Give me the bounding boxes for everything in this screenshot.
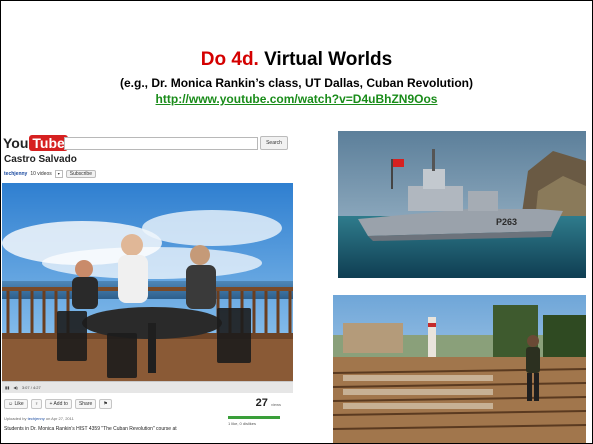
likes-ratio-bar bbox=[228, 416, 280, 419]
title-text: Virtual Worlds bbox=[258, 49, 393, 70]
volume-icon[interactable]: ◀) bbox=[13, 385, 17, 390]
dislike-button[interactable]: ♀ bbox=[30, 399, 43, 409]
view-count: 27 views bbox=[256, 397, 281, 409]
slide-subtitle: (e.g., Dr. Monica Rankin’s class, UT Dal… bbox=[120, 76, 473, 90]
slide: Do 4d. Virtual Worlds (e.g., Dr. Monica … bbox=[0, 0, 593, 444]
ship-hull-number: P263 bbox=[496, 217, 517, 227]
views-number: 27 bbox=[255, 397, 268, 409]
chevron-down-icon[interactable]: ▾ bbox=[54, 170, 63, 178]
logo-you: You bbox=[3, 135, 29, 151]
search-button[interactable]: Search bbox=[260, 136, 288, 150]
views-label: views bbox=[270, 402, 281, 407]
ship-image: P263 bbox=[338, 131, 586, 278]
share-button[interactable]: Share bbox=[74, 399, 97, 409]
thumb-down-icon: ♀ bbox=[34, 401, 39, 407]
time-display: 3:07 / 4:27 bbox=[21, 385, 41, 390]
ship-scene: P263 bbox=[338, 131, 586, 278]
like-label: Like bbox=[14, 401, 24, 407]
slide-title: Do 4d. Virtual Worlds bbox=[1, 49, 592, 71]
video-player[interactable] bbox=[2, 183, 293, 381]
likes-text: 1 like, 0 dislikes bbox=[228, 421, 257, 426]
title-accent: Do 4d. bbox=[200, 49, 259, 70]
video-description: Students in Dr. Monica Rankin’s HIST 435… bbox=[4, 426, 177, 432]
thumb-up-icon: ☺ bbox=[8, 401, 14, 407]
youtube-screenshot: You Tube Search Castro Salvado techjenny … bbox=[2, 132, 293, 443]
video-actions: ☺ Like ♀ + Add to Share ⚑ bbox=[2, 396, 293, 412]
videos-count: 10 videos bbox=[30, 171, 52, 177]
logo-tube: Tube bbox=[29, 135, 68, 151]
uploaded-prefix: Uploaded by bbox=[4, 416, 27, 421]
video-title: Castro Salvado bbox=[4, 154, 77, 165]
uploader-link[interactable]: techjenny bbox=[28, 416, 45, 421]
video-controls: ▮▮ ◀) 3:07 / 4:27 bbox=[2, 381, 293, 393]
youtube-header: You Tube Search bbox=[2, 132, 293, 154]
channel-name[interactable]: techjenny bbox=[4, 171, 27, 177]
youtube-logo: You Tube bbox=[3, 135, 68, 151]
add-to-button[interactable]: + Add to bbox=[45, 399, 72, 409]
subscribe-button[interactable]: Subscribe bbox=[65, 170, 96, 178]
flag-icon[interactable]: ⚑ bbox=[99, 399, 112, 409]
play-icon[interactable]: ▮▮ bbox=[5, 385, 9, 390]
likes-bar: 1 like, 0 dislikes bbox=[228, 416, 280, 426]
pier-image bbox=[333, 295, 586, 443]
upload-date: on Apr 27, 2011 bbox=[45, 416, 74, 421]
channel-row: techjenny 10 videos ▾ Subscribe bbox=[4, 170, 96, 178]
youtube-link[interactable]: http://www.youtube.com/watch?v=D4uBhZN9O… bbox=[1, 92, 592, 106]
like-button[interactable]: ☺ Like bbox=[4, 399, 28, 409]
video-frame bbox=[2, 183, 293, 381]
search-input[interactable] bbox=[64, 137, 258, 150]
upload-info: Uploaded by techjenny on Apr 27, 2011 bbox=[4, 416, 74, 421]
pier-scene bbox=[333, 295, 586, 443]
